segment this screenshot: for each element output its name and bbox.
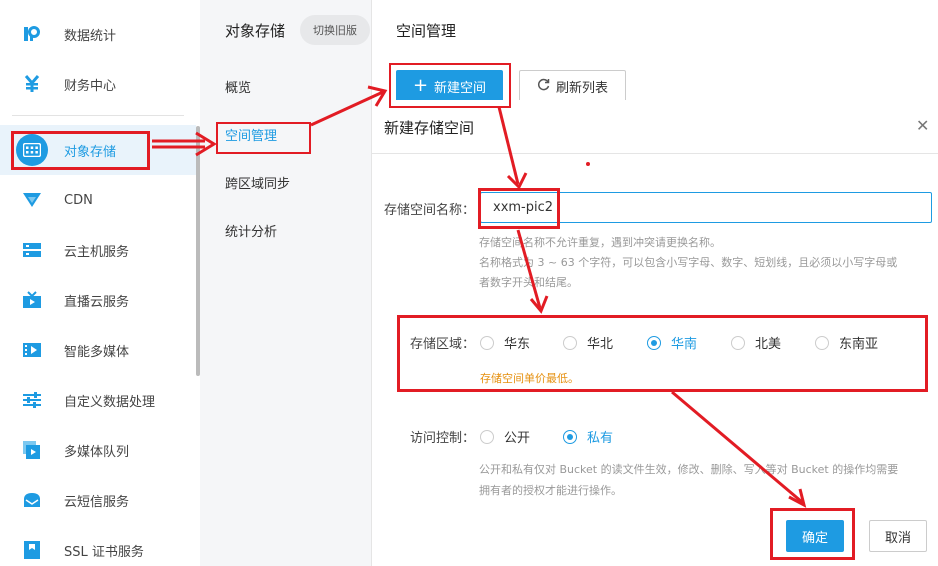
yen-icon [22,74,42,94]
name-hint-line-3: 者数字开头和结尾。 [479,276,578,289]
confirm-button[interactable]: 确定 [786,520,844,552]
sidebar-item-sms[interactable]: 云短信服务 [0,475,196,525]
close-icon[interactable]: ✕ [916,116,929,135]
radio-circle [480,429,494,444]
radio-circle [731,335,745,350]
subnav-title: 对象存储 [225,22,286,40]
sidebar-item-finance[interactable]: 财务中心 [0,59,196,109]
access-hint-line-2: 拥有者的授权才能进行操作。 [479,484,622,497]
sidebar-item-label: 财务中心 [64,78,117,94]
sidebar-item-label: CDN [64,192,93,208]
region-option-label: 华南 [671,337,698,352]
new-bucket-dialog: 新建存储空间 ✕ 存储空间名称： 存储空间名称不允许重复，遇到冲突请更换名称。 … [372,100,938,566]
sliders-icon [22,390,42,410]
access-hint-line-1: 公开和私有仅对 Bucket 的读文件生效，修改、删除、写入等对 Bucket … [479,463,899,476]
subnav-item-bucket-management[interactable]: 空间管理 [225,125,277,144]
sidebar-item-media[interactable]: 智能多媒体 [0,325,196,375]
radio-circle [563,429,577,444]
region-option-label: 华北 [587,337,614,352]
sidebar-item-label: 自定义数据处理 [64,394,156,410]
sidebar-item-label: 数据统计 [64,28,117,44]
bucket-name-input[interactable] [480,192,932,223]
dialog-title: 新建存储空间 [384,119,475,137]
subnav: 对象存储 切换旧版 概览 空间管理 跨区域同步 统计分析 [200,0,372,566]
dialog-divider [372,153,938,154]
subnav-item-cross-region-sync[interactable]: 跨区域同步 [225,173,290,192]
new-bucket-label: 新建空间 [434,80,487,96]
sidebar-item-label: 多媒体队列 [64,444,130,460]
sidebar-item-cloud-host[interactable]: 云主机服务 [0,225,196,275]
name-hint-line-1: 存储空间名称不允许重复，遇到冲突请更换名称。 [479,236,721,249]
region-option-north-america[interactable]: 北美 [731,333,781,352]
region-note: 存储空间单价最低。 [480,372,579,385]
sidebar-item-stats[interactable]: 数据统计 [0,9,196,59]
cancel-button[interactable]: 取消 [869,520,927,552]
name-hint-line-2: 名称格式为 3 ~ 63 个字符，可以包含小写字母、数字、短划线，且必须以小写字… [479,256,898,269]
certificate-icon [22,540,42,560]
sidebar-item-label: 云主机服务 [64,244,130,260]
sidebar-item-label: 智能多媒体 [64,344,130,360]
radio-circle [815,335,829,350]
access-option-label: 私有 [587,431,614,446]
sidebar-item-ssl[interactable]: SSL 证书服务 [0,525,196,566]
region-option-east[interactable]: 华东 [480,333,530,352]
page-title: 空间管理 [396,22,457,40]
sidebar: 数据统计 财务中心 对象存储 CDN 云主机服务 直播云服务 智能多媒体 自定义… [0,0,200,566]
sidebar-item-object-storage[interactable]: 对象存储 [0,125,196,175]
refresh-list-button[interactable]: 刷新列表 [519,70,626,102]
region-option-southeast-asia[interactable]: 东南亚 [815,333,878,352]
sms-icon [22,490,42,510]
sidebar-item-custom-data[interactable]: 自定义数据处理 [0,375,196,425]
region-option-label: 华东 [504,337,531,352]
sidebar-divider [12,115,184,116]
sidebar-item-label: 云短信服务 [64,494,130,510]
access-option-private[interactable]: 私有 [563,427,613,446]
region-option-north[interactable]: 华北 [563,333,613,352]
sidebar-item-label: SSL 证书服务 [64,544,144,560]
new-bucket-button[interactable]: + 新建空间 [396,70,503,102]
region-label: 存储区域： [410,337,476,352]
switch-old-version-button[interactable]: 切换旧版 [300,15,370,45]
radio-circle [480,335,494,350]
refresh-icon [537,78,550,95]
sidebar-item-live[interactable]: 直播云服务 [0,275,196,325]
plus-icon: + [412,75,429,96]
subnav-item-analytics[interactable]: 统计分析 [225,221,277,240]
region-option-south[interactable]: 华南 [647,333,697,352]
live-icon [22,290,42,310]
radio-circle [563,335,577,350]
bucket-name-label: 存储空间名称： [384,203,476,218]
subnav-item-overview[interactable]: 概览 [225,77,251,96]
media-icon [22,340,42,360]
refresh-label: 刷新列表 [555,80,608,96]
queue-icon [22,440,42,460]
sidebar-item-label: 直播云服务 [64,294,130,310]
sidebar-item-cdn[interactable]: CDN [0,175,196,225]
sidebar-item-media-queue[interactable]: 多媒体队列 [0,425,196,475]
storage-icon [16,134,48,166]
region-option-label: 东南亚 [839,337,879,352]
access-control-label: 访问控制： [410,431,476,446]
radio-circle [647,335,661,350]
access-option-label: 公开 [504,431,531,446]
region-option-label: 北美 [755,337,782,352]
stats-icon [22,24,42,44]
server-icon [22,240,42,260]
sidebar-item-label: 对象存储 [64,144,117,160]
cdn-icon [22,190,42,210]
access-option-public[interactable]: 公开 [480,427,530,446]
